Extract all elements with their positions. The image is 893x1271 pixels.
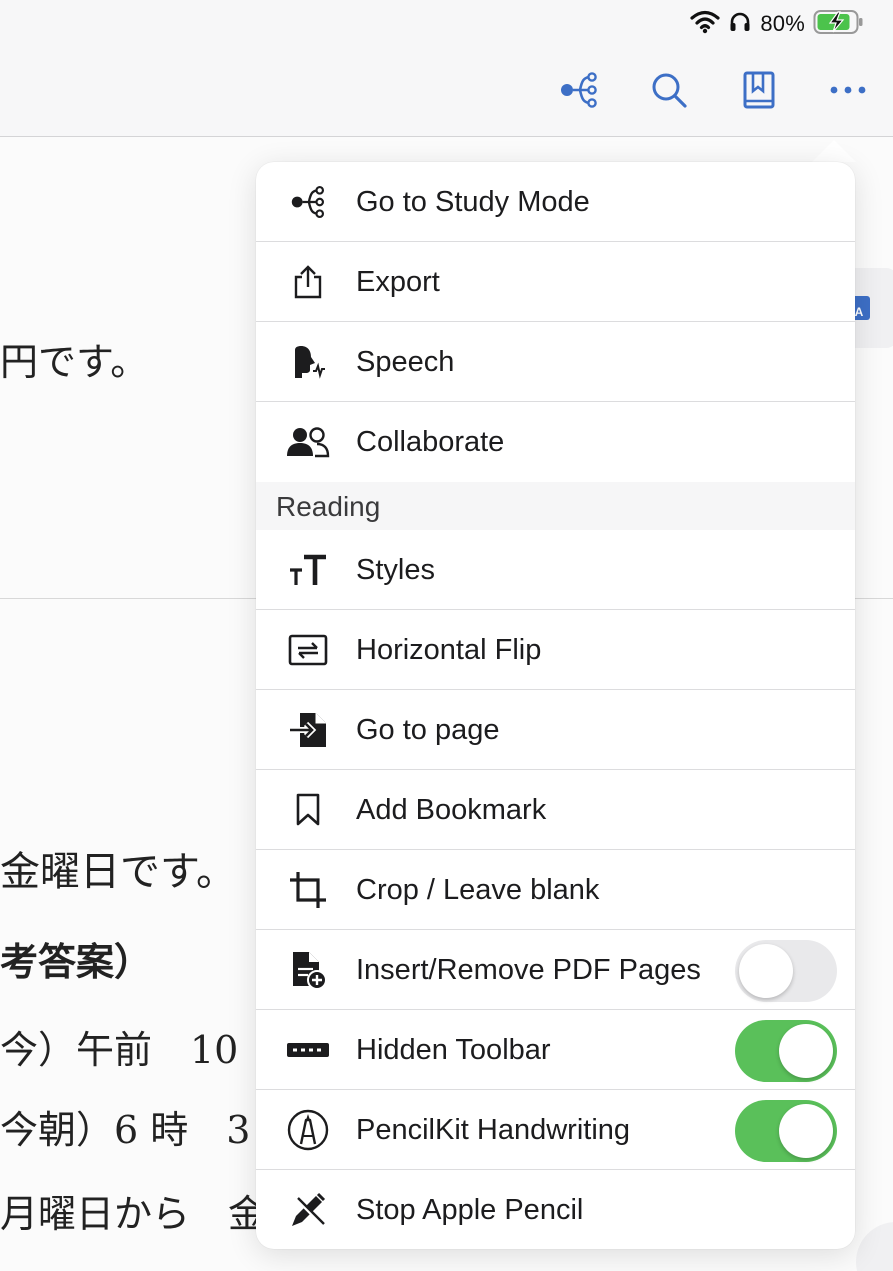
battery-percent: 80% (760, 11, 805, 36)
document-line: 今朝）6 時 3 (0, 1108, 251, 1152)
study-mode-icon (286, 182, 330, 222)
goto-page-icon (286, 710, 330, 750)
insert-remove-pages-toggle[interactable] (735, 940, 837, 1002)
more-menu: Go to Study Mode Export Speech Collabora… (256, 162, 855, 1249)
bookmark-icon (286, 790, 330, 830)
menu-item-horizontal-flip[interactable]: Horizontal Flip (256, 610, 855, 690)
speech-icon (286, 342, 330, 382)
more-icon (828, 83, 868, 101)
menu-item-label: Insert/Remove PDF Pages (356, 954, 701, 986)
menu-item-label: PencilKit Handwriting (356, 1114, 631, 1146)
toggle-knob (739, 944, 793, 998)
headphones-icon (728, 10, 752, 39)
menu-item-crop[interactable]: Crop / Leave blank (256, 850, 855, 930)
menu-item-label: Collaborate (356, 426, 505, 458)
study-mode-icon (558, 70, 600, 115)
menu-item-collaborate[interactable]: Collaborate (256, 402, 855, 482)
share-icon (286, 262, 330, 302)
study-mode-button[interactable] (557, 70, 601, 114)
bookmarks-button[interactable] (737, 70, 781, 114)
menu-item-label: Go to Study Mode (356, 186, 590, 218)
document-line: 月曜日から 金 (0, 1192, 267, 1236)
menu-item-add-bookmark[interactable]: Add Bookmark (256, 770, 855, 850)
menu-item-label: Export (356, 266, 440, 298)
section-header-reading: Reading (256, 482, 855, 530)
menu-item-hidden-toolbar[interactable]: Hidden Toolbar (256, 1010, 855, 1090)
menu-item-stop-apple-pencil[interactable]: Stop Apple Pencil (256, 1170, 855, 1249)
bookmark-book-icon (742, 71, 776, 114)
document-line: 円です。 (0, 340, 149, 384)
battery-charging-icon (813, 9, 865, 40)
menu-item-label: Go to page (356, 714, 500, 746)
menu-item-label: Styles (356, 554, 435, 586)
flip-icon (286, 630, 330, 670)
menu-pointer (812, 140, 856, 162)
pencil-off-icon (286, 1190, 330, 1230)
menu-item-label: Add Bookmark (356, 794, 547, 826)
crop-icon (286, 870, 330, 910)
toggle-knob (779, 1104, 833, 1158)
menu-item-styles[interactable]: Styles (256, 530, 855, 610)
menu-item-label: Crop / Leave blank (356, 874, 600, 906)
status-right: 80% (690, 9, 865, 40)
menu-item-label: Stop Apple Pencil (356, 1194, 584, 1226)
menu-item-study-mode[interactable]: Go to Study Mode (256, 162, 855, 242)
menu-item-export[interactable]: Export (256, 242, 855, 322)
document-line: 考答案） (0, 939, 153, 984)
svg-text:A: A (855, 305, 864, 319)
status-bar: 80% (0, 0, 893, 48)
menu-item-insert-remove-pages[interactable]: Insert/Remove PDF Pages (256, 930, 855, 1010)
search-button[interactable] (647, 70, 691, 114)
toolbar-icon (286, 1030, 330, 1070)
section-header-label: Reading (276, 491, 381, 522)
top-toolbar (0, 48, 893, 137)
more-button[interactable] (826, 70, 870, 114)
file-plus-icon (286, 950, 330, 990)
menu-item-speech[interactable]: Speech (256, 322, 855, 402)
document-line: 今）午前 10 (0, 1028, 239, 1072)
search-icon (649, 70, 689, 115)
hidden-toolbar-toggle[interactable] (735, 1020, 837, 1082)
document-line: 金曜日です。 (0, 849, 236, 895)
menu-item-label: Speech (356, 346, 455, 378)
wifi-icon (690, 10, 720, 39)
people-icon (286, 422, 330, 462)
menu-item-pencilkit[interactable]: PencilKit Handwriting (256, 1090, 855, 1170)
pencilkit-toggle[interactable] (735, 1100, 837, 1162)
pencil-circle-icon (286, 1109, 330, 1151)
menu-item-label: Hidden Toolbar (356, 1034, 551, 1066)
toggle-knob (779, 1024, 833, 1078)
menu-item-label: Horizontal Flip (356, 634, 542, 666)
app-screen: 80% 円です。 金曜日です。 考答案） 今）午前 10 今朝）6 時 3 月曜… (0, 0, 893, 1271)
text-size-icon (286, 550, 330, 590)
menu-item-go-to-page[interactable]: Go to page (256, 690, 855, 770)
